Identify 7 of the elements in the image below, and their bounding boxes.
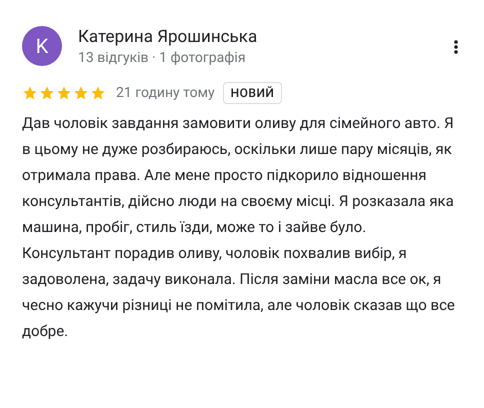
review-time: 21 годину тому <box>116 84 215 102</box>
author-meta: 13 відгуків · 1 фотографія <box>78 49 247 68</box>
author-name[interactable]: Катерина Ярошинська <box>78 26 454 48</box>
review-text: Дав чоловік завдання замовити оливу для сімейного авто. Я в цьому не дуже розбираюсь, оскільки лише пару місяців, як отримала права. Але мене просто підкорило відношення консультантів, дійсно люди на своєму місці. Я розказала яка машина, пробіг, стиль їзди, може то і зайве було. Консультант порадив оливу, чоловік похвалив вибір, я задоволена, задачу виконала. Після заміни масла все ок, я чесно кажучи різниці не помітила, але чоловік сказав що все добре. <box>22 113 456 342</box>
avatar[interactable]: K <box>22 26 62 66</box>
new-badge: НОВИЙ <box>222 82 282 104</box>
more-options-icon[interactable] <box>454 40 458 54</box>
